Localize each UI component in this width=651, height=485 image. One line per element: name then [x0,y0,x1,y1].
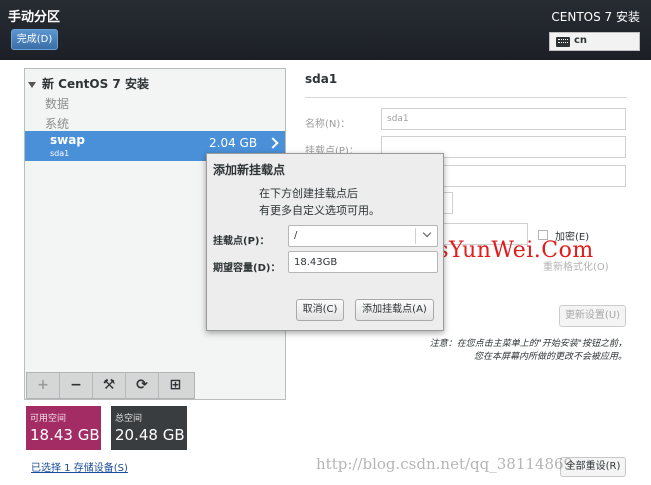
save-icon[interactable]: ⊞ [159,373,192,398]
mount-point-device: sda1 [50,149,70,158]
mount-point-value: / [294,230,298,241]
total-space-box: 总空间 20.48 GB [111,406,187,450]
cancel-button[interactable]: 取消(C) [296,299,344,321]
configure-icon[interactable]: ⚒ [93,373,126,398]
dialog-title: 添加新挂载点 [213,163,286,177]
expand-triangle-icon[interactable] [28,81,36,88]
combo-separator [415,228,416,244]
dialog-description-line2: 有更多自定义选项可用。 [259,204,380,217]
dialog-capacity-label: 期望容量(D)： [213,263,281,274]
install-group-header[interactable]: 新 CentOS 7 安装 [28,75,149,92]
product-title: CENTOS 7 安装 [551,10,640,24]
chevron-down-icon[interactable] [422,228,432,238]
keyboard-layout-indicator[interactable]: cn [549,32,640,51]
minus-icon[interactable]: − [60,373,93,398]
header-bar: 手动分区 完成(D) CENTOS 7 安装 cn [0,0,651,60]
category-system: 系统 [45,117,70,131]
dialog-description-line1: 在下方创建挂载点后 [259,187,358,200]
name-field[interactable]: sda1 [381,108,626,130]
available-space-label: 可用空间 [30,414,67,424]
refresh-icon[interactable]: ⟳ [126,373,159,398]
details-divider [305,97,627,98]
apply-note-line2: 您在本屏幕内所做的更改不会被应用。 [473,352,627,362]
mount-point-combo[interactable]: / [288,225,438,247]
dialog-mount-point-label: 挂载点(P)： [213,236,270,247]
install-group-label: 新 CentOS 7 安装 [42,77,149,91]
mount-point-name: swap [50,133,85,147]
partition-toolbar: + − ⚒ ⟳ ⊞ [26,372,195,399]
keyboard-layout-label: cn [574,35,588,46]
storage-devices-link[interactable]: 已选择 1 存储设备(S) [31,459,128,474]
page-title: 手动分区 [8,10,61,25]
add-mount-point-dialog: 添加新挂载点 在下方创建挂载点后 有更多自定义选项可用。 挂载点(P)： / 期… [206,153,444,331]
add-mount-point-button[interactable]: 添加挂载点(A) [355,299,434,321]
plus-icon[interactable]: + [27,373,60,398]
available-space-box: 可用空间 18.43 GB [26,406,101,450]
total-space-label: 总空间 [115,414,143,424]
keyboard-icon [556,37,570,47]
available-space-value: 18.43 GB [30,426,100,444]
category-data: 数据 [45,97,70,111]
blog-watermark: http://blog.csdn.net/qq_38114869 [316,455,574,473]
chevron-right-icon [267,137,279,149]
update-settings-button[interactable]: 更新设置(U) [559,305,626,327]
total-space-value: 20.48 GB [115,426,185,444]
name-label: 名称(N)： [305,119,351,130]
mount-point-size: 2.04 GB [209,136,258,150]
desired-capacity-input[interactable]: 18.43GB [288,251,438,273]
done-button[interactable]: 完成(D) [11,29,58,50]
apply-note-line1: 注意：在您点击主菜单上的"开始安装"按钮之前， [429,339,627,349]
device-title: sda1 [305,72,338,86]
